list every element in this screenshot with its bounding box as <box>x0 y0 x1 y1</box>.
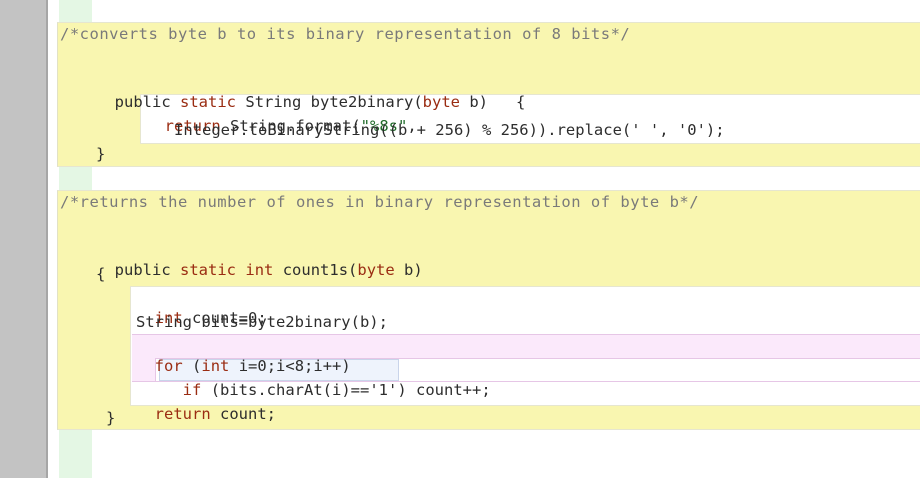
close-brace-byte2binary: } <box>96 145 106 163</box>
param-text: b) <box>469 93 489 111</box>
keyword-return: return <box>154 405 211 423</box>
close-brace-count1s: } <box>106 409 116 427</box>
comment-count1s: /*returns the number of ones in binary r… <box>60 193 700 211</box>
if-body: count++; <box>416 381 491 399</box>
return-line-2[interactable]: Integer.toBinaryString((b + 256) % 256))… <box>174 120 725 140</box>
return-rest: count; <box>220 405 277 423</box>
return-line[interactable]: return count; <box>136 384 276 424</box>
open-brace-count1s: { <box>96 265 106 283</box>
keyword-int: int <box>245 261 274 279</box>
window-edge <box>0 0 46 478</box>
signature-count1s[interactable]: public static int count1s(byte b) <box>96 240 423 280</box>
window-edge-border <box>46 0 48 478</box>
keyword-static: static <box>180 261 237 279</box>
bits-line[interactable]: String bits=byte2binary(b); <box>136 312 388 332</box>
param-text: b) <box>404 261 423 279</box>
comment-byte2binary: /*converts byte b to its binary represen… <box>60 25 631 43</box>
open-brace: { <box>516 93 526 111</box>
keyword-byte: byte <box>357 261 395 279</box>
keyword-public: public <box>114 261 171 279</box>
keyword-byte: byte <box>422 93 460 111</box>
method-name: count1s( <box>282 261 358 279</box>
